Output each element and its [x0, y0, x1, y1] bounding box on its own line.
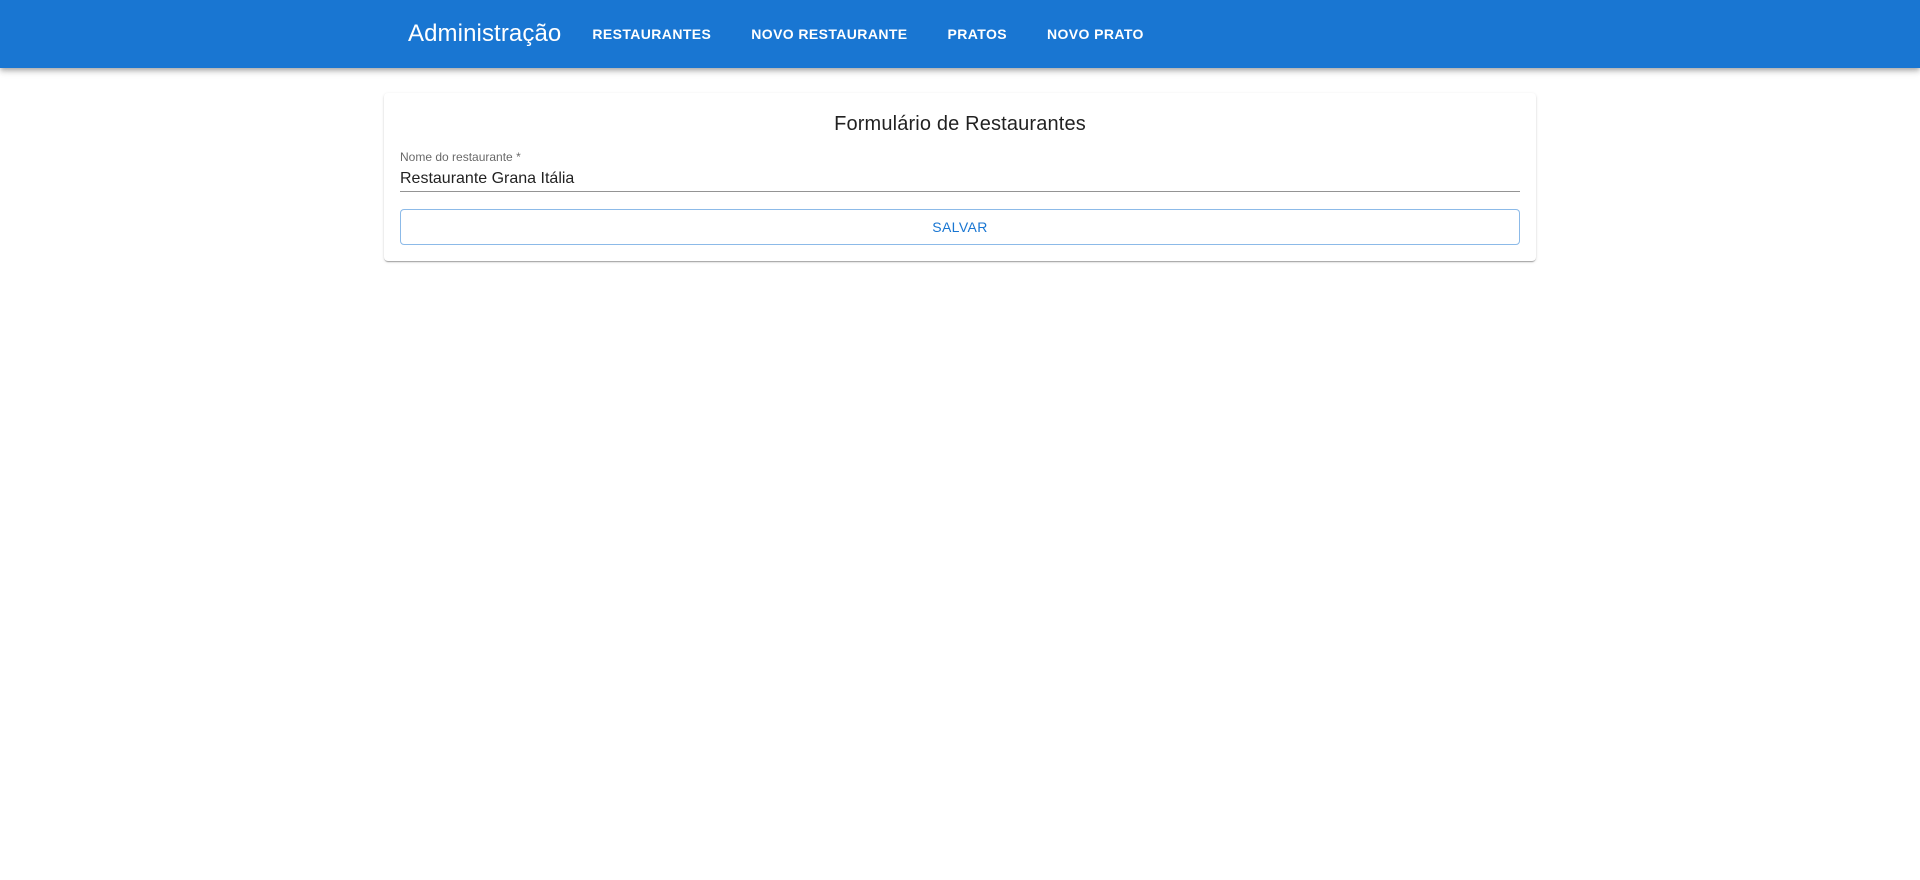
- save-button[interactable]: SALVAR: [400, 209, 1520, 245]
- app-title: Administração: [408, 20, 562, 47]
- field-underline: [400, 191, 1520, 192]
- app-bar: Administração RESTAURANTES NOVO RESTAURA…: [0, 0, 1920, 68]
- nav-link-novo-restaurante[interactable]: NOVO RESTAURANTE: [731, 20, 927, 48]
- nav-link-restaurantes[interactable]: RESTAURANTES: [577, 20, 731, 48]
- restaurant-form-card: Formulário de Restaurantes Nome do resta…: [384, 93, 1536, 261]
- nav-link-pratos[interactable]: PRATOS: [928, 20, 1027, 48]
- restaurant-name-input[interactable]: [400, 166, 1520, 192]
- form-title: Formulário de Restaurantes: [834, 113, 1086, 135]
- toolbar: Administração RESTAURANTES NOVO RESTAURA…: [408, 0, 1164, 68]
- nav-link-novo-prato[interactable]: NOVO PRATO: [1027, 20, 1164, 48]
- restaurant-name-field: Nome do restaurante *: [400, 150, 1520, 192]
- restaurant-name-label: Nome do restaurante *: [400, 150, 521, 164]
